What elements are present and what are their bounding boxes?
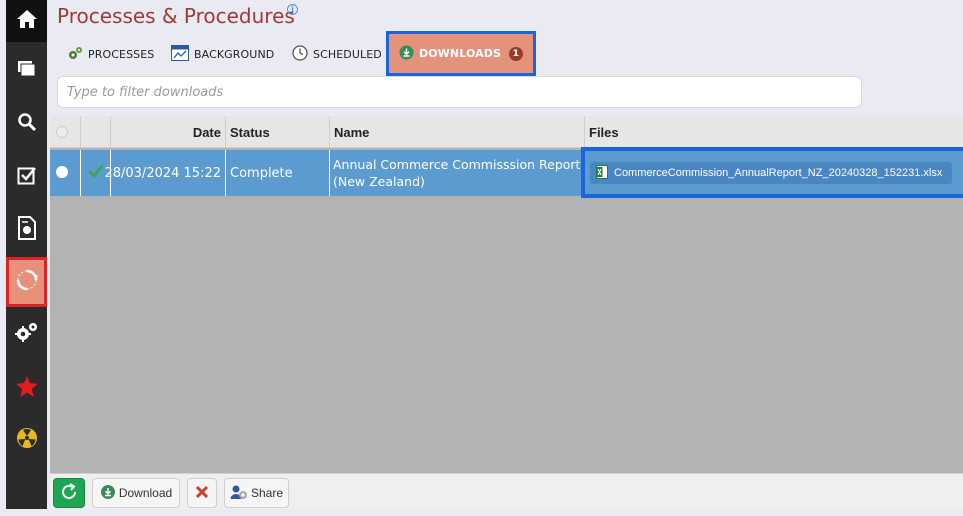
- sidebar-item-favorites[interactable]: [6, 363, 47, 413]
- share-user-icon: [230, 484, 248, 503]
- tab-label: PROCESSES: [88, 47, 155, 61]
- background-chart-icon: [171, 44, 189, 64]
- search-icon: [17, 112, 37, 136]
- file-name: CommerceCommission_AnnualReport_NZ_20240…: [614, 167, 943, 179]
- share-label: Share: [250, 486, 284, 500]
- tab-label: BACKGROUND: [194, 47, 275, 61]
- header-status[interactable]: Status: [226, 116, 330, 148]
- file-link[interactable]: CommerceCommission_AnnualReport_NZ_20240…: [590, 162, 952, 184]
- check-icon: [87, 164, 104, 182]
- info-icon[interactable]: i: [287, 4, 298, 15]
- download-circle-icon: [399, 45, 414, 63]
- refresh-button[interactable]: [53, 478, 85, 508]
- row-date: 28/03/2024 15:22: [104, 150, 226, 196]
- row-name: Annual Commerce Commisssion Report (New …: [330, 150, 585, 196]
- download-label: Download: [118, 486, 173, 500]
- home-icon: [16, 9, 38, 33]
- report-icon: [17, 216, 37, 244]
- favorites-star-icon: [15, 375, 39, 402]
- tab-downloads[interactable]: DOWNLOADS 1: [389, 34, 533, 73]
- select-all-radio[interactable]: [56, 126, 68, 138]
- sidebar-item-search[interactable]: [6, 99, 47, 149]
- filter-downloads-input[interactable]: [57, 76, 862, 108]
- app-window: Processes & Procedures i PROCESSES BACKG…: [0, 0, 963, 516]
- row-select[interactable]: [50, 150, 81, 196]
- tab-scheduled[interactable]: SCHEDULED: [282, 38, 392, 70]
- bottom-toolbar: Download Share: [50, 473, 963, 509]
- page-title: Processes & Procedures: [57, 4, 295, 28]
- sidebar-item-tasks[interactable]: [6, 152, 47, 202]
- downloads-grid: Date Status Name Files 28/03/2024 15:22 …: [50, 116, 963, 473]
- header-status-icon: [81, 116, 111, 148]
- tab-label: SCHEDULED: [313, 47, 382, 61]
- gears-icon: [67, 45, 83, 64]
- tab-processes[interactable]: PROCESSES: [57, 38, 164, 70]
- downloads-count-badge: 1: [508, 46, 523, 61]
- bottom-strip: [0, 509, 963, 516]
- tab-label: DOWNLOADS: [419, 47, 501, 60]
- delete-button[interactable]: [187, 478, 217, 508]
- header-name[interactable]: Name: [330, 116, 585, 148]
- download-button[interactable]: Download: [92, 478, 180, 508]
- table-row[interactable]: 28/03/2024 15:22 Complete Annual Commerc…: [50, 150, 963, 196]
- tab-background[interactable]: BACKGROUND: [161, 38, 284, 70]
- header-select-all[interactable]: [50, 116, 81, 148]
- windows-icon: [17, 60, 37, 82]
- processes-sync-icon: [15, 268, 39, 296]
- excel-file-icon: [596, 164, 608, 182]
- sidebar-item-windows[interactable]: [6, 46, 47, 96]
- sidebar: [6, 0, 47, 509]
- sidebar-item-settings[interactable]: [6, 309, 47, 359]
- row-status: Complete: [226, 150, 330, 196]
- row-files: CommerceCommission_AnnualReport_NZ_20240…: [585, 150, 963, 196]
- close-icon: [195, 485, 209, 502]
- tasks-checkbox-icon: [17, 165, 37, 189]
- row-select-radio[interactable]: [56, 166, 68, 178]
- sidebar-item-processes[interactable]: [6, 257, 47, 307]
- header-date[interactable]: Date: [111, 116, 226, 148]
- settings-gears-icon: [14, 320, 40, 348]
- refresh-icon: [59, 482, 79, 505]
- sidebar-item-hazard[interactable]: [6, 415, 47, 465]
- grid-header: Date Status Name Files: [50, 116, 963, 148]
- radiation-icon: [16, 427, 38, 453]
- share-button[interactable]: Share: [224, 478, 289, 508]
- header-files[interactable]: Files: [585, 116, 963, 148]
- clock-icon: [292, 44, 308, 64]
- download-icon: [100, 484, 116, 503]
- sidebar-item-reports[interactable]: [6, 205, 47, 255]
- sidebar-item-home[interactable]: [6, 0, 47, 42]
